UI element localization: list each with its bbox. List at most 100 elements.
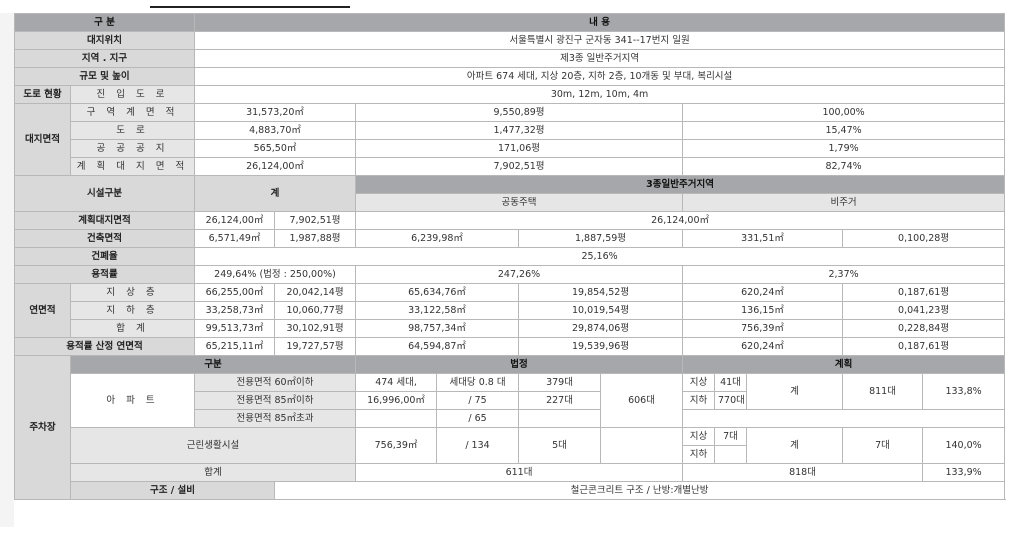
apt-a [355, 409, 438, 428]
header-div: 구 분 [13, 13, 196, 32]
site-m2: 31,573,20㎡ [194, 103, 357, 122]
parking-total-label: 합계 [69, 463, 357, 482]
parking-header-row: 주차장 구분 법정 계획 [14, 355, 1006, 500]
apt-empty [682, 409, 1006, 428]
site-pct: 82,74% [682, 157, 1006, 176]
floor-house-py: 29,874,06평 [518, 319, 684, 338]
structure-label: 구조 / 설비 [69, 481, 276, 500]
site-py: 171,06평 [355, 139, 684, 158]
site-m2: 565,50㎡ [194, 139, 357, 158]
apt-pct: 133,8% [922, 373, 1006, 410]
facility-total-label: 계 [194, 175, 357, 212]
parking-total-row: 합계 611대 818대 133,9% [15, 463, 1006, 482]
road-value: 30m, 12m, 10m, 4m [194, 85, 1006, 104]
zone-row: 지역 . 지구 제3종 일반주거지역 [13, 49, 1006, 68]
scale-value: 아파트 674 세대, 지상 20층, 지하 2층, 10개동 및 부대, 복리… [194, 67, 1006, 86]
far-row: 용적률 249,64% (법정 : 250,00%) 247,26% 2,37% [13, 265, 1006, 284]
far-house: 247,26% [355, 265, 684, 284]
apt-b: 세대당 0.8 대 [436, 373, 520, 392]
header-row: 구 분 내 용 [13, 13, 1006, 32]
top-strip [0, 0, 1024, 13]
road-sub: 진 입 도 로 [69, 85, 196, 104]
scale-label: 규모 및 높이 [13, 67, 196, 86]
retail-below-label: 지하 [682, 445, 716, 464]
apt-below-label: 지하 [682, 391, 716, 410]
bldg-house-py: 1,887,59평 [518, 229, 684, 248]
location-row: 대지위치 서울특별시 광진구 군자동 341--17번지 일원 [13, 31, 1006, 50]
floor-label: 연면적 [14, 283, 71, 338]
farcalc-py: 19,727,57평 [274, 337, 357, 356]
apt-sum-word: 계 [746, 373, 844, 410]
parking-total-pct: 133,9% [922, 463, 1006, 482]
apt-a: 474 세대, [355, 373, 438, 392]
location-value: 서울특별시 광진구 군자동 341--17번지 일원 [194, 31, 1006, 50]
floor-name: 합 계 [69, 319, 196, 338]
floor-m2: 99,513,73㎡ [194, 319, 276, 338]
plan-site-zone: 26,124,00㎡ [355, 211, 1006, 230]
plan-site-py: 7,902,51평 [274, 211, 357, 230]
plan-site-row: 계획대지면적 26,124,00㎡ 7,902,51평 26,124,00㎡ [13, 211, 1006, 230]
facility-label: 시설구분 [13, 175, 196, 212]
farcalc-row: 용적률 산정 연면적 65,215,11㎡ 19,727,57평 64,594,… [13, 337, 1006, 356]
site-pct: 15,47% [682, 121, 1006, 140]
retail-plan: 7대 [842, 427, 924, 464]
floor-m2: 66,255,00㎡ [194, 283, 276, 302]
farcalc-non-m2: 620,24㎡ [682, 337, 844, 356]
floor-house-py: 19,854,52평 [518, 283, 684, 302]
coverage-row: 건폐율 25,16% [13, 247, 1006, 266]
apt-c: 379대 [518, 373, 602, 392]
apt-label: 아 파 트 [69, 373, 196, 428]
site-name: 계 획 대 지 면 적 [69, 157, 196, 176]
site-row: 공 공 공 지 565,50㎡ 171,06평 1,79% [15, 139, 1006, 158]
farcalc-non-py: 0,187,61평 [842, 337, 1006, 356]
site-row: 도 로 4,883,70㎡ 1,477,32평 15,47% [15, 121, 1006, 140]
site-py: 7,902,51평 [355, 157, 684, 176]
zone-label: 지역 . 지구 [13, 49, 196, 68]
apt-above-label: 지상 [682, 373, 716, 392]
bldg-non-py: 0,100,28평 [842, 229, 1006, 248]
retail-above-label: 지상 [682, 427, 716, 446]
parking-label: 주차장 [14, 355, 71, 500]
parking-total-legal: 611대 [355, 463, 684, 482]
floor-row: 지 하 층 33,258,73㎡ 10,060,77평 33,122,58㎡ 1… [15, 301, 1006, 320]
parking-total-plan: 818대 [682, 463, 924, 482]
structure-value: 철근콘크리트 구조 / 난방:개별난방 [274, 481, 1006, 500]
floor-py: 30,102,91평 [274, 319, 357, 338]
header-content: 내 용 [194, 13, 1006, 32]
retail-above: 7대 [714, 427, 748, 446]
farcalc-m2: 65,215,11㎡ [194, 337, 276, 356]
apt-type: 전용면적 85㎡초과 [194, 409, 357, 428]
floor-row: 합 계 99,513,73㎡ 30,102,91평 98,757,34㎡ 29,… [15, 319, 1006, 338]
retail-sum-word: 계 [746, 427, 844, 464]
apt-legal-total: 606대 [600, 373, 684, 428]
site-pct: 1,79% [682, 139, 1006, 158]
retail-b: / 134 [436, 427, 520, 464]
far-non: 2,37% [682, 265, 1006, 284]
road-label: 도로 현황 [14, 85, 71, 104]
bldg-non-m2: 331,51㎡ [682, 229, 844, 248]
site-py: 1,477,32평 [355, 121, 684, 140]
plan-site-m2: 26,124,00㎡ [194, 211, 276, 230]
zone-value: 제3종 일반주거지역 [194, 49, 1006, 68]
apt-row: 아 파 트 전용면적 60㎡이하 474 세대, 세대당 0.8 대 379대 … [15, 373, 1006, 428]
left-margin [0, 13, 14, 527]
facility-zone-label: 3종일반주거지역 [355, 175, 1006, 194]
floor-non-m2: 756,39㎡ [682, 319, 844, 338]
floor-py: 10,060,77평 [274, 301, 357, 320]
apt-plan: 811대 [842, 373, 924, 410]
bldg-house-m2: 6,239,98㎡ [355, 229, 520, 248]
floor-py: 20,042,14평 [274, 283, 357, 302]
housing-label: 공동주택 [355, 193, 684, 212]
floor-non-m2: 136,15㎡ [682, 301, 844, 320]
apt-c: 227대 [518, 391, 602, 410]
retail-row: 근린생활시설 756,39㎡ / 134 5대 지상 7대 계 7대 140,0… [15, 427, 1006, 464]
apt-below: 770대 [714, 391, 748, 410]
floor-non-py: 0,187,61평 [842, 283, 1006, 302]
far-total: 249,64% (법정 : 250,00%) [194, 265, 357, 284]
parking-div: 구분 [69, 355, 357, 374]
coverage-label: 건폐율 [13, 247, 196, 266]
retail-pct: 140,0% [922, 427, 1006, 464]
site-name: 구 역 계 면 적 [69, 103, 196, 122]
retail-empty [600, 427, 684, 464]
farcalc-house-m2: 64,594,87㎡ [355, 337, 520, 356]
